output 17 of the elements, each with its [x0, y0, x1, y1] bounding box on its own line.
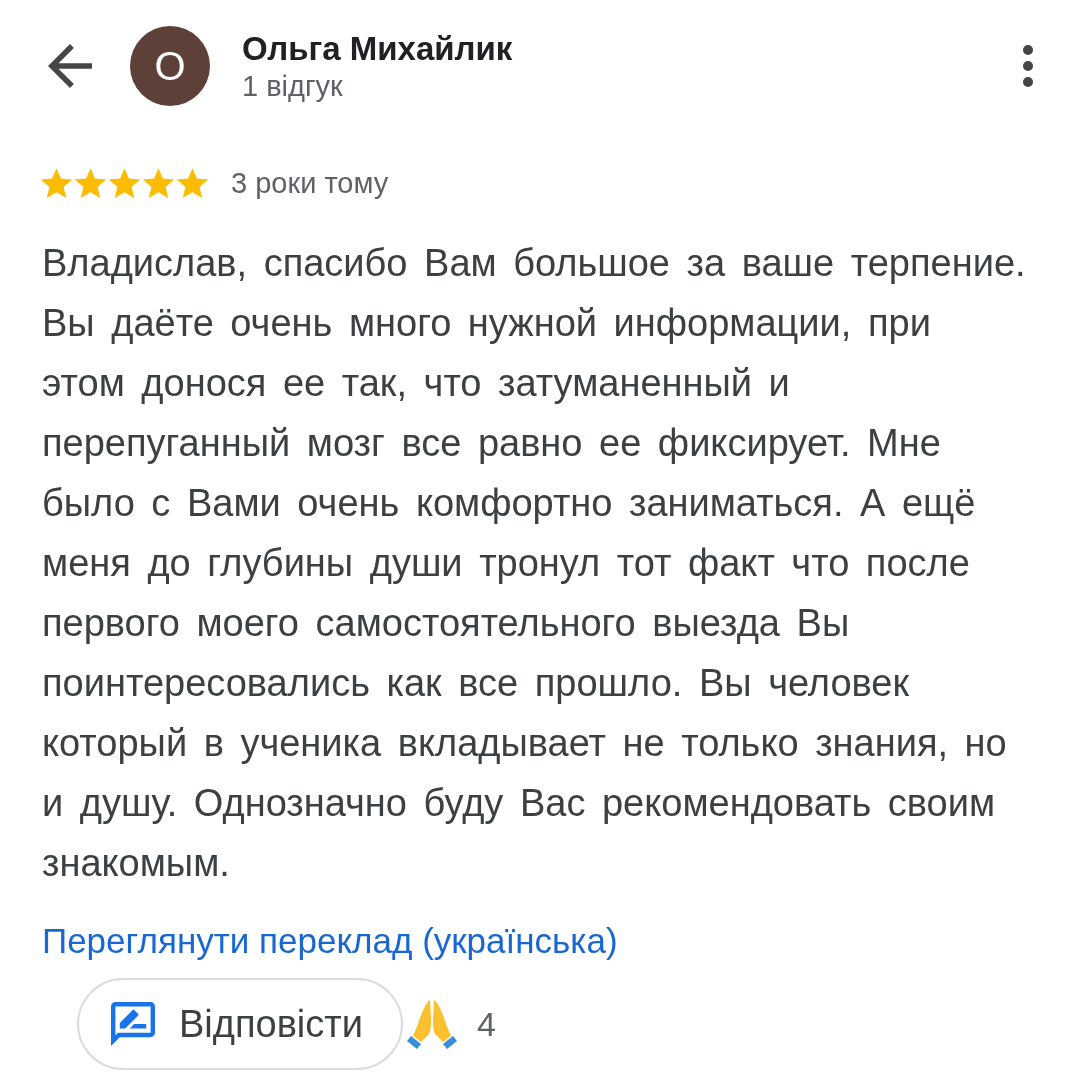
- star-icon: [108, 166, 141, 200]
- review-text: Владислав, спасибо Вам большое за ваше терпение. Вы даёте очень много нужной информации, при этом донося ее так, что затуманенный и перепуганный мозг все равно ее фиксирует. Мне было с Вами очень комфортно заниматься. А ещё меня до глубины души тронул тот факт что после первого моего самостоятельного выезда Вы поинтересовались как все прошло. Вы человек который в ученика вкладывает не только знания, но и душу. Однозначно буду Вас рекомендовать своим знакомым.: [42, 241, 1027, 886]
- more-options-icon[interactable]: [1022, 44, 1034, 88]
- translate-link[interactable]: Переглянути переклад (українська): [42, 920, 618, 962]
- star-icon: [74, 166, 107, 200]
- star-icon: [176, 166, 209, 200]
- star-icon: [142, 166, 175, 200]
- avatar: О: [130, 26, 210, 106]
- back-arrow-icon[interactable]: [48, 44, 92, 88]
- reaction-count: 4: [476, 1004, 496, 1044]
- edit-comment-icon: [111, 1002, 155, 1046]
- review-time: 3 роки тому: [231, 166, 389, 200]
- review-count: 1 відгук: [242, 68, 343, 103]
- praying-hands-icon[interactable]: [406, 998, 457, 1050]
- star-icon: [40, 166, 73, 200]
- reviewer-name: Ольга Михайлик: [242, 29, 513, 68]
- reply-button[interactable]: Відповісти: [77, 978, 403, 1070]
